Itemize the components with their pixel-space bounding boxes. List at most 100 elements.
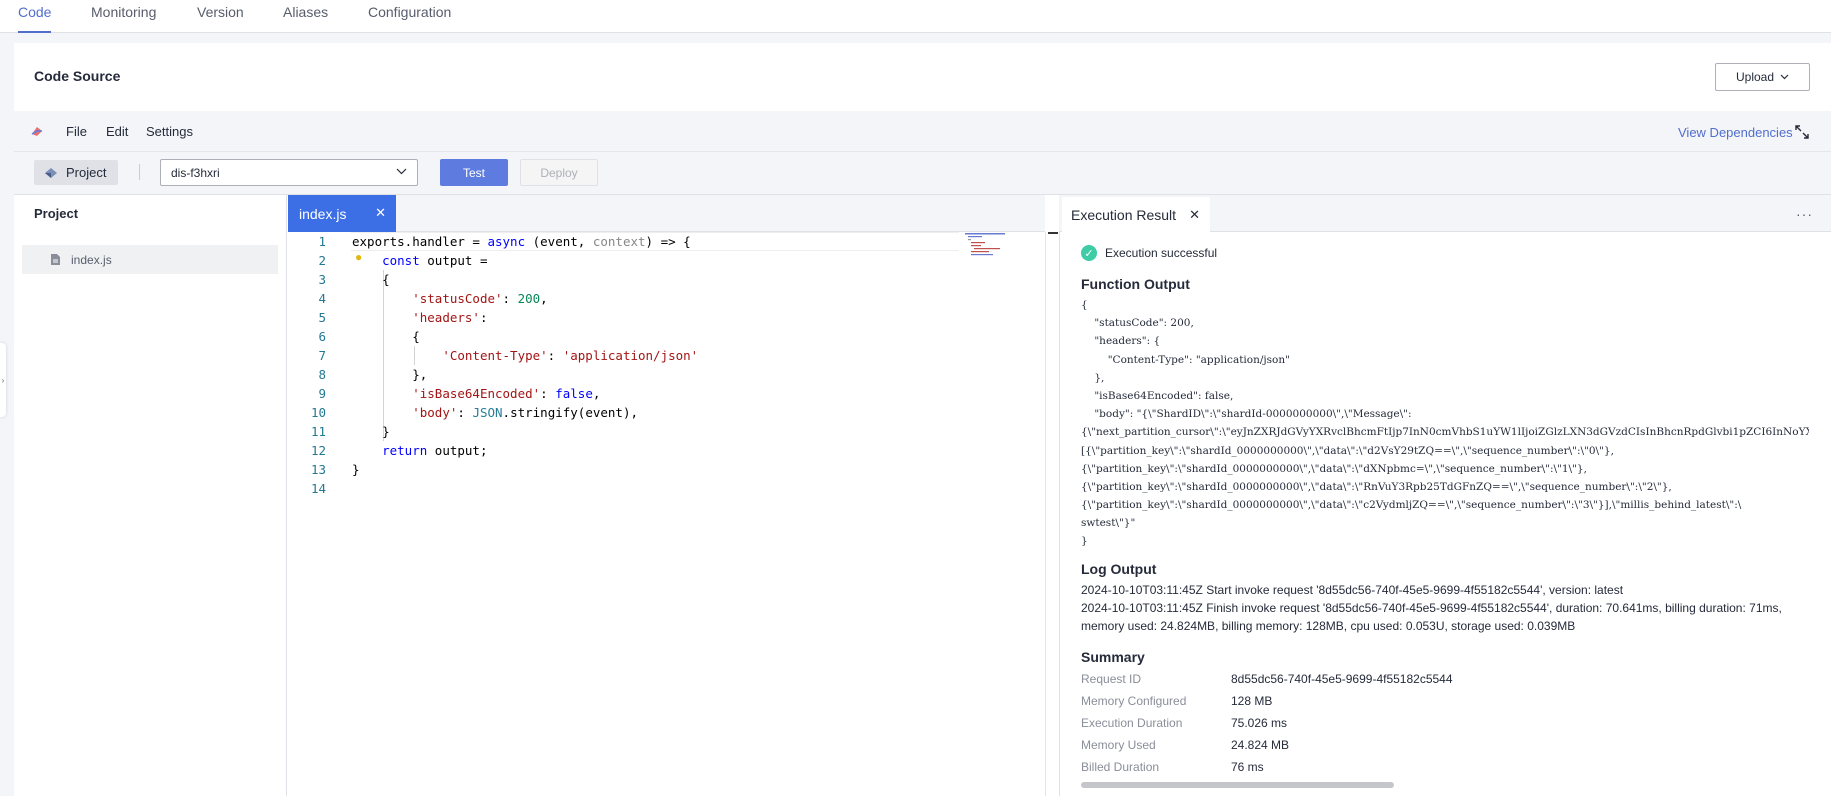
summary-label: Request ID <box>1081 672 1142 686</box>
tab-execution-result[interactable]: Execution Result ✕ <box>1062 197 1210 232</box>
output-line: {\"next_partition_cursor\":\"eyJnZXRJdGV… <box>1081 426 1809 439</box>
code-line: { <box>352 272 390 287</box>
menu-edit[interactable]: Edit <box>106 124 128 139</box>
line-number-gutter: 1 2 3 4 5 6 7 8 9 10 11 12 13 14 <box>288 232 342 498</box>
execution-status-text: Execution successful <box>1105 246 1218 260</box>
log-line: 2024-10-10T03:11:45Z Finish invoke reque… <box>1081 601 1782 633</box>
test-event-selected-value: dis-f3hxri <box>171 165 220 180</box>
function-output-title: Function Output <box>1081 276 1190 292</box>
code-line: { <box>352 329 420 344</box>
tab-aliases[interactable]: Aliases <box>283 4 328 33</box>
tab-configuration[interactable]: Configuration <box>368 4 451 33</box>
editor-tab-bar <box>288 195 1045 232</box>
summary-label: Billed Duration <box>1081 760 1160 774</box>
output-line: "statusCode": 200, <box>1081 317 1194 330</box>
summary-title: Summary <box>1081 649 1145 665</box>
summary-value: 128 MB <box>1231 694 1273 708</box>
line-number: 4 <box>318 291 326 306</box>
code-line: 'Content-Type': 'application/json' <box>442 348 699 363</box>
summary-row: Request ID 8d55dc56-740f-45e5-9699-4f551… <box>1081 672 1453 686</box>
deploy-button: Deploy <box>520 159 598 186</box>
summary-label: Memory Configured <box>1081 694 1187 708</box>
upload-button[interactable]: Upload <box>1715 63 1810 91</box>
top-tab-bar: Code Monitoring Version Aliases Configur… <box>0 0 1831 33</box>
code-line: const output = <box>382 253 488 268</box>
editor-tab-label: index.js <box>299 205 347 222</box>
output-line: { <box>1081 299 1088 311</box>
chevron-down-icon <box>396 168 407 175</box>
page-title: Code Source <box>34 68 121 84</box>
file-tree-item[interactable]: index.js <box>22 245 278 274</box>
close-icon[interactable]: ✕ <box>1189 207 1200 223</box>
line-number: 10 <box>310 405 326 420</box>
view-dependencies-link[interactable]: View Dependencies <box>1678 125 1793 140</box>
summary-row: Memory Used 24.824 MB <box>1081 738 1289 752</box>
menu-settings[interactable]: Settings <box>146 124 193 139</box>
editor-scrollbar[interactable] <box>1045 232 1057 796</box>
check-circle-icon: ✓ <box>1081 245 1097 261</box>
output-line: [{\"partition_key\":\"shardId_0000000000… <box>1081 444 1614 457</box>
function-output: { "statusCode": 200, "headers": { "Conte… <box>1081 296 1809 551</box>
log-line: 2024-10-10T03:11:45Z Start invoke reques… <box>1081 583 1624 597</box>
menu-file[interactable]: File <box>66 124 87 139</box>
project-toggle-button[interactable]: Project <box>34 160 118 185</box>
code-line: } <box>352 424 390 439</box>
line-number: 7 <box>318 348 326 363</box>
output-line: "body": "{\"ShardID\":\"shardId-00000000… <box>1081 408 1412 421</box>
fullscreen-icon[interactable] <box>1795 125 1809 139</box>
summary-row: Execution Duration 75.026 ms <box>1081 716 1287 730</box>
test-event-select[interactable]: dis-f3hxri <box>160 159 418 186</box>
line-number: 13 <box>310 462 326 477</box>
code-line: } <box>352 462 360 477</box>
code-line: exports.handler = async (event, context)… <box>352 234 691 249</box>
chevron-down-icon <box>1780 74 1789 80</box>
project-explorer-title: Project <box>34 206 79 221</box>
more-options-icon[interactable]: ··· <box>1796 206 1813 222</box>
project-icon <box>45 167 57 178</box>
sidebar-collapse-handle[interactable]: › <box>0 343 6 417</box>
line-number: 1 <box>318 234 326 249</box>
line-number: 5 <box>318 310 326 325</box>
editor-tab-index-js[interactable]: index.js ✕ <box>288 195 396 232</box>
line-number: 2 <box>318 253 326 268</box>
line-number: 14 <box>310 481 326 496</box>
code-line: 'isBase64Encoded': false, <box>412 386 601 401</box>
code-line: }, <box>352 367 428 382</box>
tab-version[interactable]: Version <box>197 4 244 33</box>
ide-logo-icon <box>31 127 42 136</box>
summary-value: 75.026 ms <box>1231 716 1288 730</box>
result-tab-label: Execution Result <box>1071 206 1177 223</box>
summary-value: 8d55dc56-740f-45e5-9699-4f55182c5544 <box>1231 672 1453 686</box>
close-icon[interactable]: ✕ <box>375 205 386 221</box>
execution-status: ✓ Execution successful <box>1081 245 1217 261</box>
file-icon <box>51 254 60 265</box>
code-line: 'headers': <box>412 310 488 325</box>
code-line: 'body': JSON.stringify(event), <box>412 405 639 420</box>
line-number: 8 <box>318 367 326 382</box>
project-button-label: Project <box>66 165 107 180</box>
log-output: 2024-10-10T03:11:45Z Start invoke reques… <box>1081 581 1811 635</box>
code-content: exports.handler = async (event, context)… <box>352 232 698 498</box>
summary-label: Memory Used <box>1081 738 1156 752</box>
line-number: 3 <box>318 272 326 287</box>
file-name: index.js <box>71 252 112 267</box>
output-line: {\"partition_key\":\"shardId_0000000000\… <box>1081 480 1672 493</box>
output-line: }, <box>1081 371 1105 384</box>
tab-monitoring[interactable]: Monitoring <box>91 4 156 33</box>
ide-menu-bar <box>14 111 1831 152</box>
summary-row: Memory Configured 128 MB <box>1081 694 1272 708</box>
test-button[interactable]: Test <box>440 159 508 186</box>
line-number: 6 <box>318 329 326 344</box>
output-line: "headers": { <box>1081 335 1161 348</box>
line-number: 11 <box>310 424 326 439</box>
output-line: {\"partition_key\":\"shardId_0000000000\… <box>1081 499 1742 512</box>
output-line: } <box>1081 535 1088 548</box>
tab-code[interactable]: Code <box>18 4 52 33</box>
output-line: {\"partition_key\":\"shardId_0000000000\… <box>1081 462 1587 475</box>
output-line: "Content-Type": "application/json" <box>1081 353 1290 366</box>
output-line: swtest\"}" <box>1081 517 1136 530</box>
line-number: 12 <box>310 443 326 458</box>
editor-minimap[interactable] <box>963 232 1043 258</box>
output-line: "isBase64Encoded": false, <box>1081 389 1234 402</box>
result-horizontal-scrollbar[interactable] <box>1081 782 1394 788</box>
